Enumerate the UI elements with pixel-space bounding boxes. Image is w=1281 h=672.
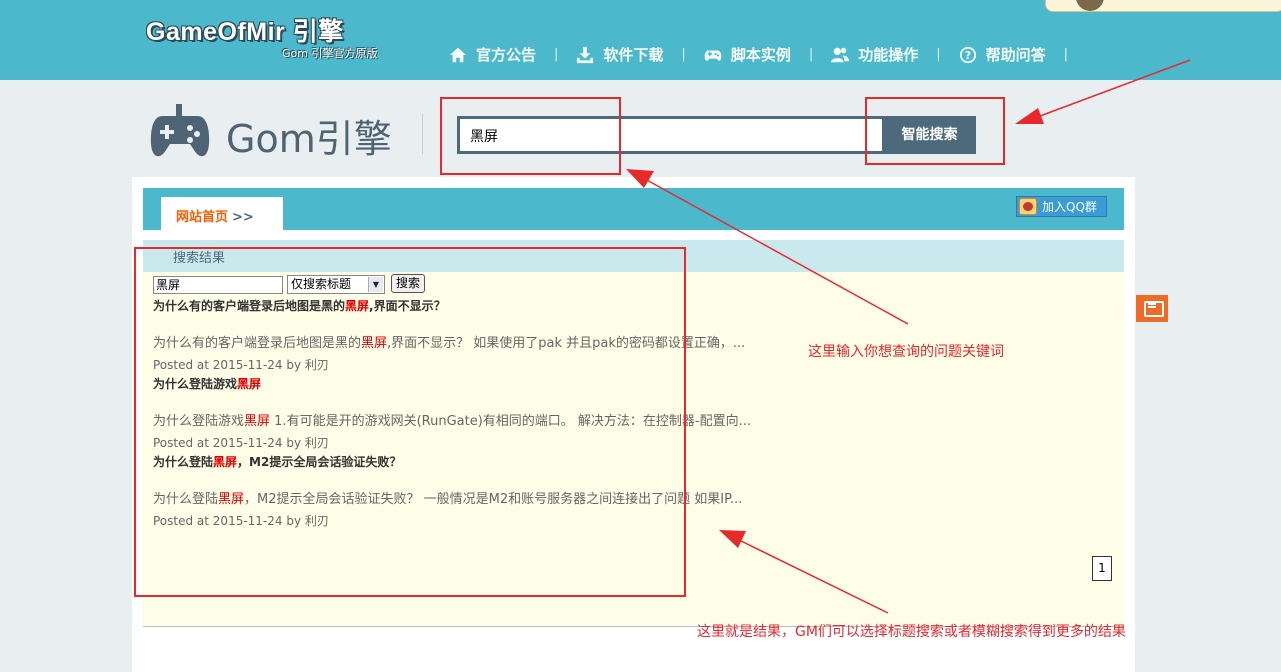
join-qq-group-button[interactable]: 加入QQ群: [1016, 196, 1107, 217]
breadcrumb-home-link[interactable]: 网站首页: [176, 210, 228, 225]
annotation-box-search-input: [440, 97, 621, 175]
breadcrumb-arrow: >>: [232, 210, 254, 225]
annotation-box-results: [134, 247, 686, 597]
divider: [422, 114, 423, 154]
home-icon: [449, 47, 467, 62]
gamepad-logo-icon: [150, 104, 210, 157]
nav-separator: |: [1063, 47, 1069, 62]
nav-separator: |: [554, 47, 559, 62]
nav-item-announcements[interactable]: 官方公告: [449, 44, 536, 65]
qq-group-icon: [1019, 198, 1037, 215]
nav-item-label: 帮助问答: [985, 46, 1046, 64]
site-logo[interactable]: GameOfMir 引擎: [146, 12, 344, 48]
annotation-result-note: 这里就是结果，GM们可以选择标题搜索或者模糊搜索得到更多的结果: [697, 624, 1126, 640]
join-qq-label: 加入QQ群: [1042, 200, 1097, 214]
nav-item-label: 官方公告: [476, 46, 537, 64]
main-nav: 官方公告 | 软件下载 | 脚本实例 | 功能操作 | ? 帮助问答 |: [449, 44, 1086, 65]
widget-icon: [1076, 0, 1104, 11]
nav-item-label: 软件下载: [603, 46, 664, 64]
corner-widget[interactable]: [1045, 0, 1281, 12]
nav-item-help[interactable]: ? 帮助问答: [959, 44, 1046, 65]
chat-icon[interactable]: [1136, 295, 1168, 322]
site-logo-subtitle: Gom 引擎官方原版: [282, 47, 378, 60]
help-icon: ?: [959, 46, 976, 63]
download-icon: [577, 46, 594, 63]
nav-item-features[interactable]: 功能操作: [831, 44, 918, 65]
nav-item-label: 脚本实例: [730, 46, 791, 64]
annotation-keyword-note: 这里输入你想查询的问题关键词: [808, 344, 1004, 360]
brand-title: Gom引擎: [226, 117, 392, 161]
gamepad-icon: [704, 50, 722, 61]
breadcrumb: 网站首页 >>: [161, 197, 283, 231]
users-icon: [831, 47, 850, 62]
nav-item-scripts[interactable]: 脚本实例: [704, 44, 791, 65]
annotation-box-search-button: [865, 97, 1005, 165]
nav-item-downloads[interactable]: 软件下载: [576, 44, 663, 65]
nav-item-label: 功能操作: [858, 46, 919, 64]
breadcrumb-bar: [143, 188, 1124, 230]
nav-separator: |: [808, 47, 814, 62]
nav-separator: |: [681, 47, 686, 62]
svg-text:?: ?: [964, 49, 970, 62]
page-number-button[interactable]: 1: [1092, 556, 1112, 581]
nav-separator: |: [936, 47, 941, 62]
